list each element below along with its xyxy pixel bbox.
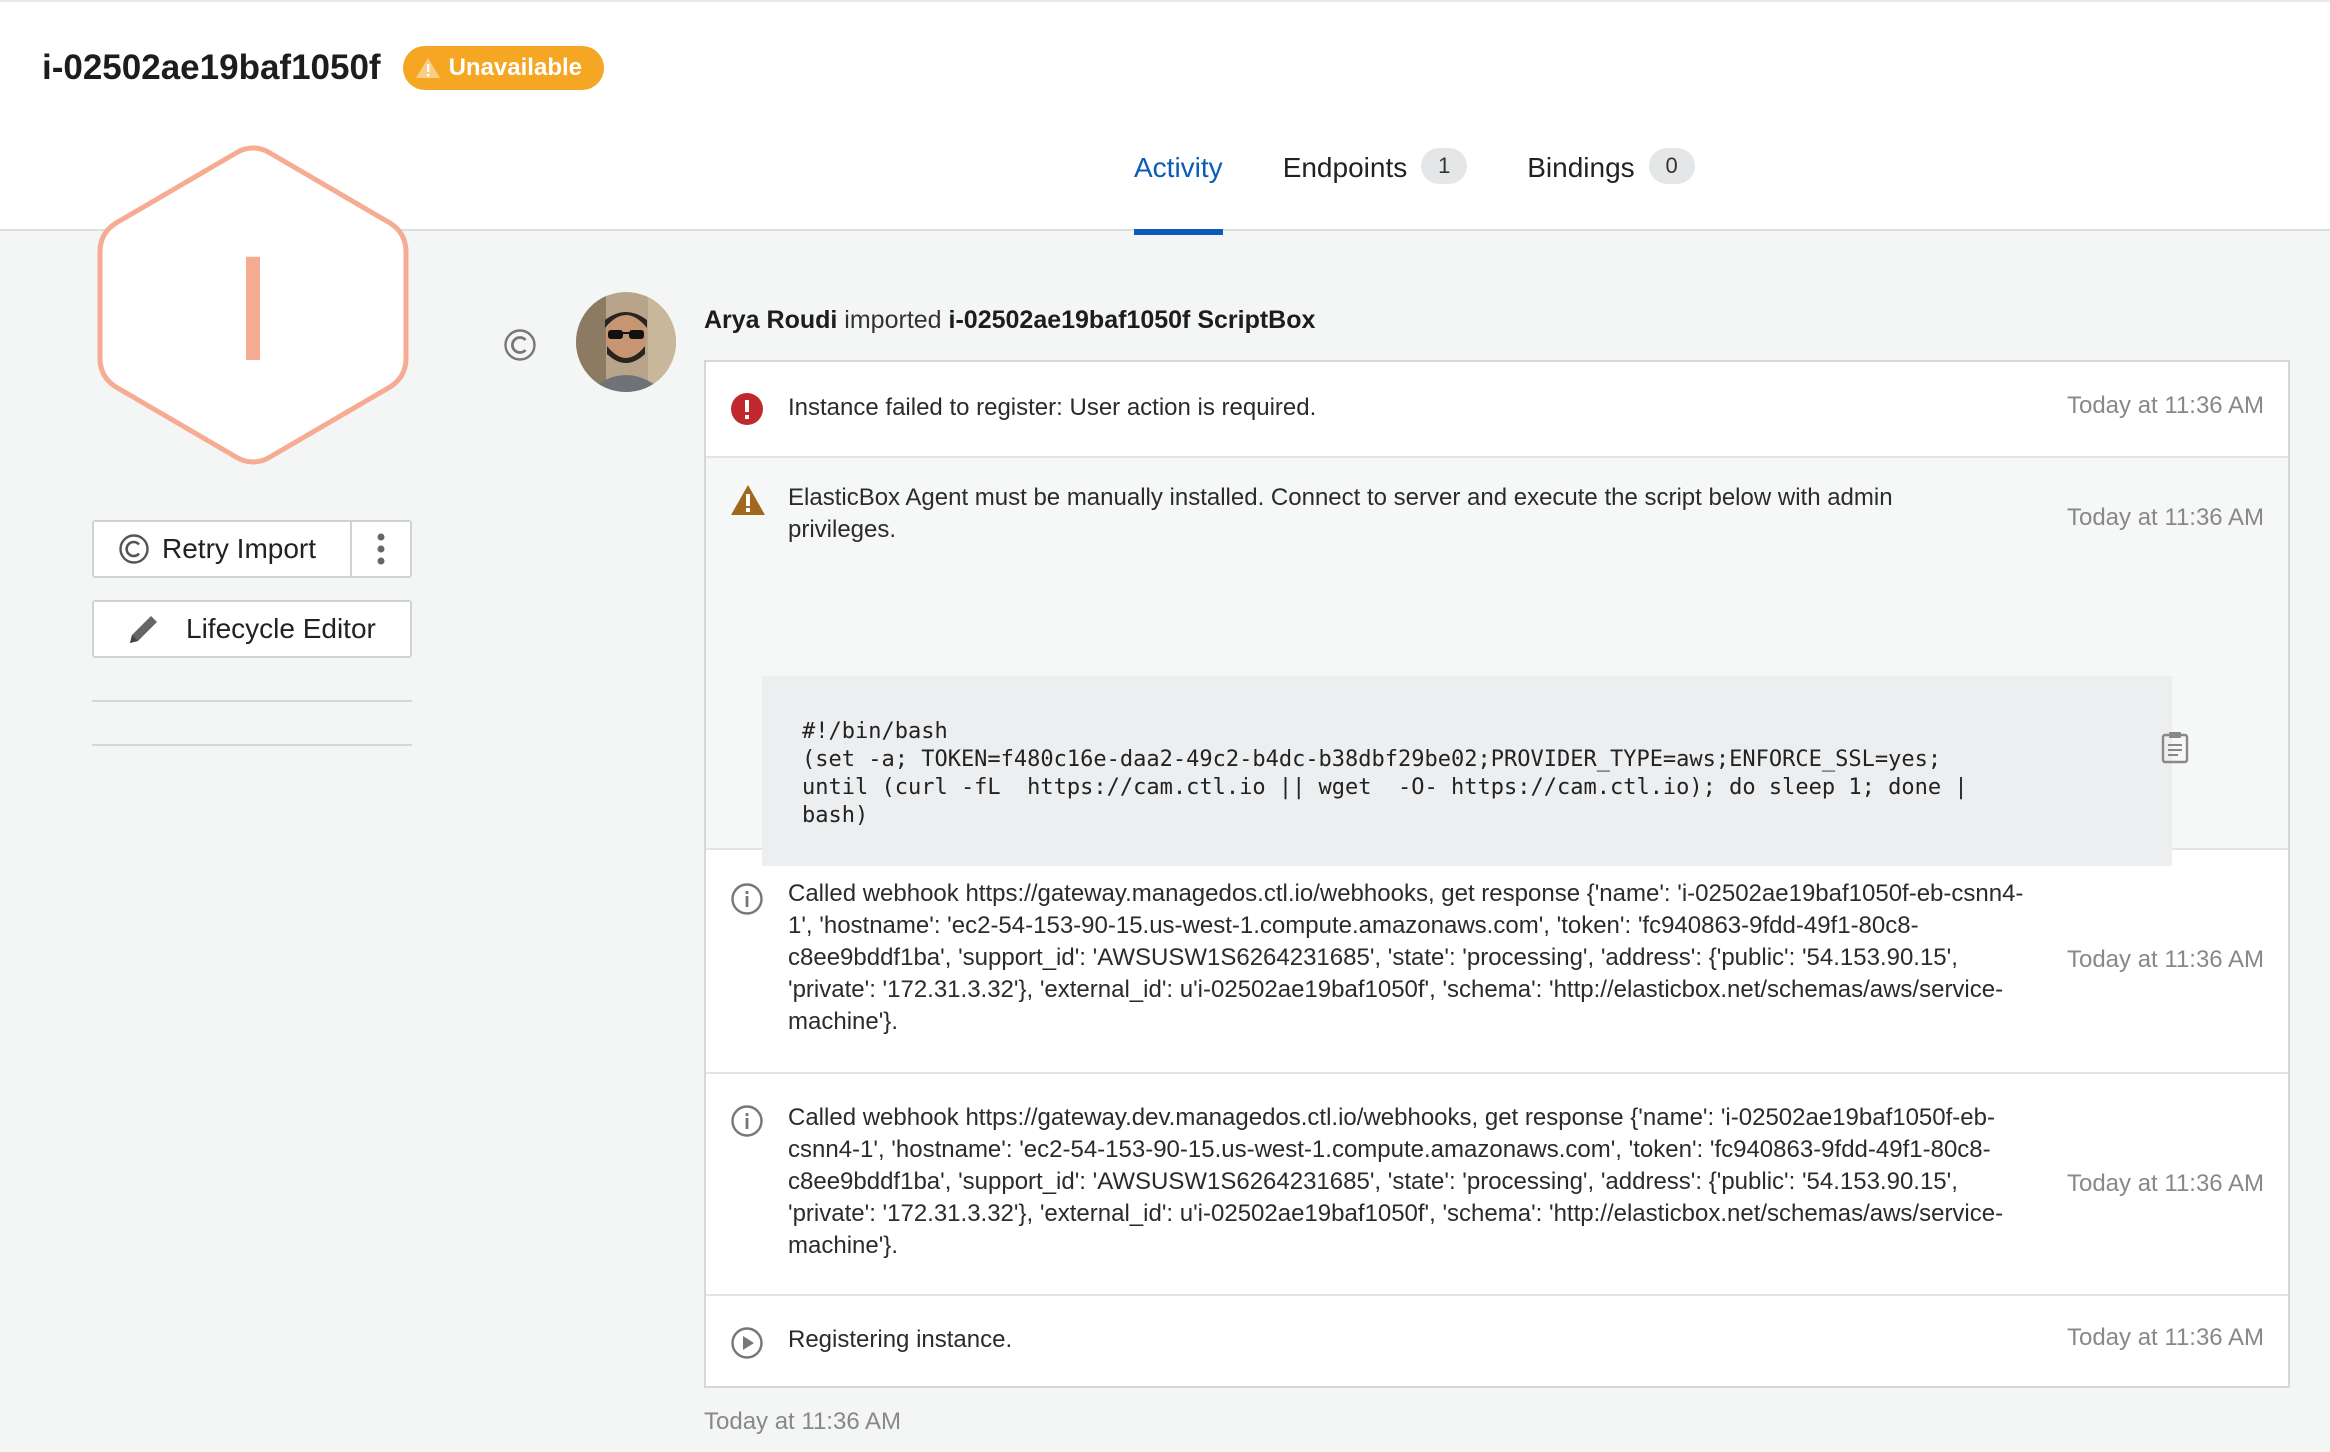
log-entry-text: Called webhook https://gateway.managedos… (788, 880, 2024, 1035)
log-entry-text: ElasticBox Agent must be manually instal… (788, 484, 1893, 543)
status-badge: Unavailable (402, 46, 604, 90)
lifecycle-editor-label: Lifecycle Editor (186, 613, 376, 644)
retry-import-label: Retry Import (162, 533, 317, 564)
action-text: imported (837, 306, 949, 334)
log-entry: Instance failed to register: User action… (706, 362, 2288, 458)
clipboard-icon[interactable] (2160, 730, 2190, 764)
error-icon (731, 393, 763, 425)
log-entry-time: Today at 11:36 AM (2066, 1324, 2264, 1351)
log-entry-time: Today at 11:36 AM (2066, 504, 2264, 531)
log-entry: Registering instance. Today at 11:36 AM (706, 1296, 2288, 1386)
target-name[interactable]: i-02502ae19baf1050f ScriptBox (949, 306, 1316, 334)
retry-import-button[interactable]: Retry Import (94, 522, 352, 576)
page-title: i-02502ae19baf1050f (42, 48, 381, 87)
log-entry-text: Instance failed to register: User action… (788, 394, 1317, 421)
tab-endpoints[interactable]: Endpoints 1 (1282, 148, 1468, 233)
box-hexagon-logo: I (97, 145, 409, 465)
title-row: i-02502ae19baf1050f Unavailable (42, 46, 604, 90)
pencil-icon (130, 616, 157, 643)
tab-endpoints-label: Endpoints (1282, 152, 1408, 183)
tab-bindings[interactable]: Bindings 0 (1527, 148, 1695, 233)
tab-bindings-label: Bindings (1527, 152, 1635, 183)
avatar (576, 292, 676, 392)
activity-event-title: Arya Roudi imported i-02502ae19baf1050f … (704, 306, 1315, 335)
log-entry-text: Called webhook https://gateway.dev.manag… (788, 1104, 2004, 1259)
retry-import-button-group: Retry Import (92, 520, 412, 578)
kebab-menu-icon (377, 533, 385, 565)
hexagon-letter: I (232, 224, 274, 392)
actor-name[interactable]: Arya Roudi (704, 306, 837, 334)
activity-log-card: Instance failed to register: User action… (704, 360, 2290, 1388)
activity-timestamp: Today at 11:36 AM (704, 1408, 902, 1435)
lifecycle-editor-button[interactable]: Lifecycle Editor (92, 600, 412, 658)
import-icon (119, 534, 149, 564)
warning-icon (731, 485, 765, 515)
more-options-button[interactable] (352, 522, 410, 576)
bindings-count-badge: 0 (1648, 148, 1695, 184)
warning-icon (415, 58, 440, 78)
import-activity-icon (504, 329, 536, 361)
play-icon (731, 1327, 763, 1359)
log-entry-time: Today at 11:36 AM (2066, 392, 2264, 419)
sidebar-divider (92, 700, 412, 702)
endpoints-count-badge: 1 (1421, 148, 1468, 184)
status-badge-label: Unavailable (448, 54, 582, 81)
tab-activity[interactable]: Activity (1134, 152, 1223, 235)
install-script-block[interactable]: #!/bin/bash (set -a; TOKEN=f480c16e-daa2… (762, 676, 2172, 866)
log-entry-time: Today at 11:36 AM (2066, 1170, 2264, 1197)
tab-activity-label: Activity (1134, 152, 1223, 183)
sidebar-divider (92, 744, 412, 746)
log-entry-text: Registering instance. (788, 1326, 1013, 1353)
log-entry: Called webhook https://gateway.dev.manag… (706, 1074, 2288, 1296)
log-entry: ElasticBox Agent must be manually instal… (706, 458, 2288, 866)
log-entry-time: Today at 11:36 AM (2066, 946, 2264, 973)
log-entry: Called webhook https://gateway.managedos… (706, 850, 2288, 1074)
tab-bar: Activity Endpoints 1 Bindings 0 (1134, 148, 1755, 235)
info-icon (731, 883, 763, 915)
info-icon (731, 1105, 763, 1137)
